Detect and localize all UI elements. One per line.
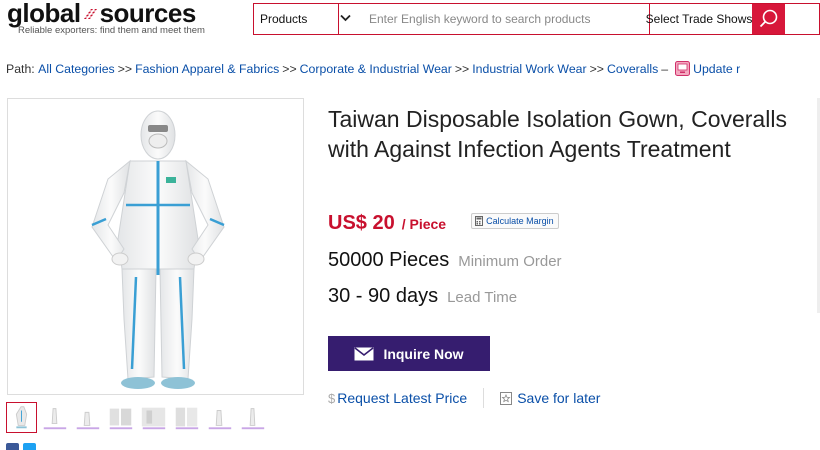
facebook-icon[interactable]	[6, 443, 19, 450]
update-link[interactable]: Update r	[693, 62, 740, 76]
min-order-row: 50000 Pieces Minimum Order	[328, 249, 562, 272]
thumbnail[interactable]	[138, 402, 169, 433]
min-order-value: 50000 Pieces	[328, 249, 450, 271]
twitter-icon[interactable]	[23, 443, 36, 450]
envelope-icon	[354, 346, 374, 360]
price-value: US$ 20	[328, 212, 395, 234]
logo-mark-icon	[81, 9, 98, 19]
breadcrumb-link[interactable]: Fashion Apparel & Fabrics	[135, 62, 279, 76]
thumbnail[interactable]	[72, 402, 103, 433]
product-main-image[interactable]	[7, 98, 304, 395]
search-category-select[interactable]: Products	[254, 4, 351, 34]
thumbnail[interactable]	[39, 402, 70, 433]
price-row: US$ 20 / Piece Calculate Margin	[328, 212, 559, 235]
dollar-icon: $	[328, 390, 336, 406]
breadcrumb-prefix: Path:	[6, 61, 35, 76]
min-order-label: Minimum Order	[458, 253, 562, 270]
inquire-now-button[interactable]: Inquire Now	[328, 336, 490, 371]
save-for-later-link[interactable]: Save for later	[500, 390, 600, 406]
thumbnail[interactable]	[204, 402, 235, 433]
breadcrumb-link[interactable]: Industrial Work Wear	[472, 62, 586, 76]
social-share	[6, 443, 36, 450]
product-title: Taiwan Disposable Isolation Gown, Covera…	[328, 106, 787, 162]
search-icon	[759, 9, 777, 28]
thumbnail[interactable]	[6, 402, 37, 433]
update-monitor-icon	[675, 61, 691, 76]
inquire-now-label: Inquire Now	[383, 345, 464, 362]
search-category-label: Products	[260, 12, 308, 26]
breadcrumb-dash: –	[661, 61, 669, 76]
search-input[interactable]	[339, 4, 649, 34]
search-button[interactable]	[752, 4, 785, 34]
thumbnail-strip	[6, 402, 268, 433]
calculate-margin-label: Calculate Margin	[486, 216, 554, 226]
coverall-figure-image	[91, 110, 225, 389]
logo-text-sources: sources	[99, 0, 197, 28]
save-for-later-label: Save for later	[517, 390, 601, 406]
lead-time-value: 30 - 90 days	[328, 285, 439, 307]
breadcrumb-separator: >>	[589, 61, 604, 76]
breadcrumb-link[interactable]: Coveralls	[607, 62, 658, 76]
divider	[483, 388, 485, 408]
secondary-actions: $ Request Latest Price Save for later	[328, 388, 600, 408]
breadcrumb-separator: >>	[454, 61, 470, 76]
breadcrumb-link[interactable]: All Categories	[38, 62, 115, 76]
breadcrumb-link[interactable]: Corporate & Industrial Wear	[300, 62, 452, 76]
calculator-icon	[475, 216, 484, 226]
logo-tagline: Reliable exporters: find them and meet t…	[18, 25, 205, 36]
lead-time-row: 30 - 90 days Lead Time	[328, 285, 517, 308]
breadcrumb: Path: All Categories >> Fashion Apparel …	[6, 61, 740, 76]
trade-shows-label: Select Trade Shows	[645, 12, 753, 26]
thumbnail[interactable]	[105, 402, 136, 433]
thumbnail[interactable]	[171, 402, 202, 433]
request-latest-price-link[interactable]: Request Latest Price	[337, 390, 467, 406]
breadcrumb-separator: >>	[117, 61, 133, 76]
calculate-margin-button[interactable]: Calculate Margin	[471, 213, 559, 229]
logo[interactable]: global sources Reliable exporters: find …	[7, 0, 205, 36]
bookmark-icon	[500, 391, 513, 405]
search-bar: Products Select Trade Shows	[253, 3, 820, 35]
lead-time-label: Lead Time	[447, 289, 518, 306]
chevron-down-icon	[340, 13, 351, 25]
price-unit: / Piece	[401, 216, 447, 232]
breadcrumb-separator: >>	[282, 61, 297, 76]
trade-shows-select[interactable]: Select Trade Shows	[645, 4, 753, 34]
thumbnail[interactable]	[237, 402, 268, 433]
logo-text-global: global	[7, 0, 81, 28]
